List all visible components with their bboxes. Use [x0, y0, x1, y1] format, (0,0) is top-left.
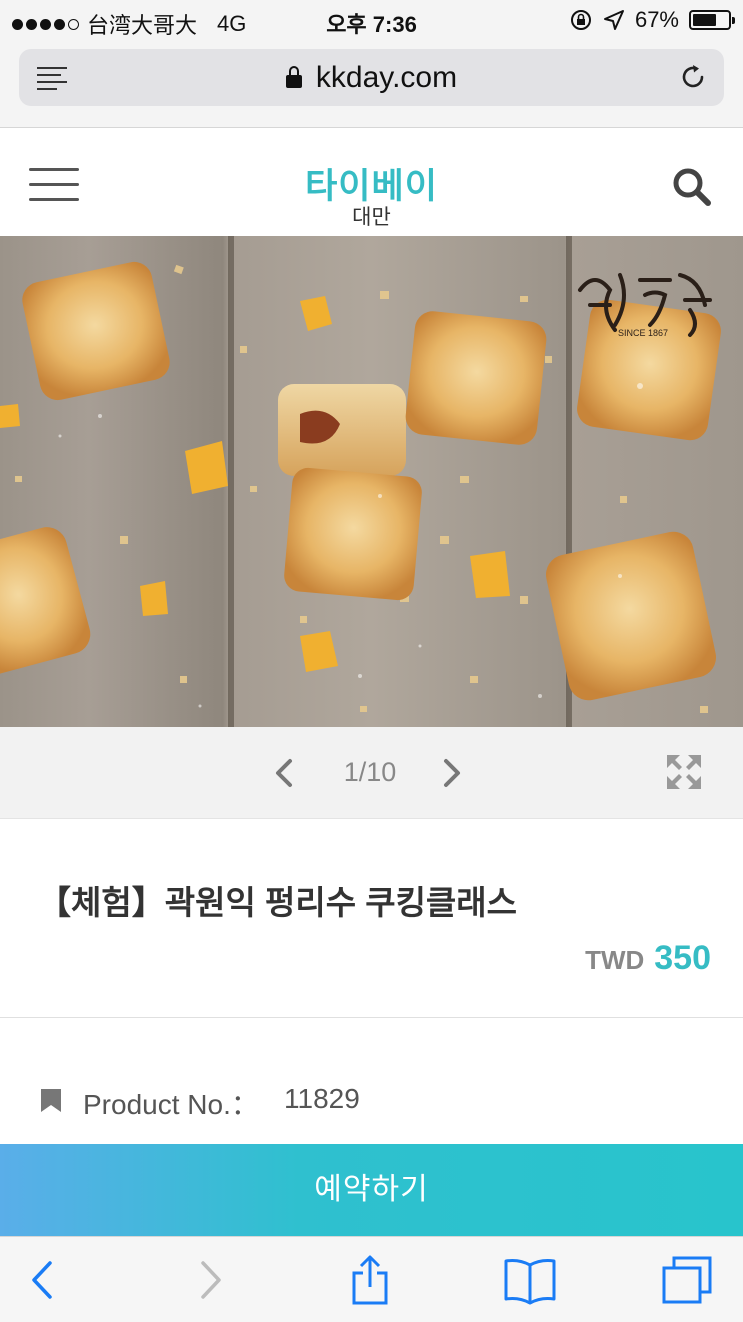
- site-header: 타이베이 대만: [0, 128, 743, 236]
- image-counter: 1/10: [343, 757, 397, 787]
- carousel-controls: 1/10: [0, 727, 743, 819]
- location-icon: [603, 10, 624, 30]
- forward-icon[interactable]: [185, 1255, 233, 1305]
- price-currency: TWD: [585, 945, 645, 975]
- product-title: 【체험】곽원익 펑리수 쿠킹클래스: [38, 884, 518, 921]
- browser-toolbar: [0, 1236, 743, 1322]
- product-meta: Product No.： 11829: [0, 1018, 743, 1148]
- battery-icon: [689, 10, 735, 30]
- url-text: kkday.com: [315, 61, 458, 94]
- product-summary: 【체험】곽원익 펑리수 쿠킹클래스 TWD 350: [0, 819, 743, 1018]
- page-subtitle: 대만: [352, 206, 391, 229]
- book-button[interactable]: 예약하기: [0, 1144, 743, 1236]
- product-image[interactable]: SINCE 1867: [0, 236, 743, 727]
- price-value: 350: [654, 939, 711, 977]
- svg-text:SINCE 1867: SINCE 1867: [618, 328, 668, 338]
- expand-icon[interactable]: [665, 753, 703, 791]
- bookmarks-icon[interactable]: [503, 1255, 557, 1305]
- battery-percent: 67%: [634, 7, 679, 32]
- url-field[interactable]: kkday.com: [19, 49, 724, 106]
- lock-icon: [285, 66, 302, 88]
- price: TWD 350: [585, 939, 711, 978]
- share-icon[interactable]: [346, 1255, 394, 1305]
- browser-address-bar: kkday.com: [0, 40, 743, 128]
- status-bar: 台湾大哥大 4G 오후 7:36 67%: [0, 0, 743, 40]
- back-icon[interactable]: [20, 1255, 68, 1305]
- brand-logo: SINCE 1867: [578, 273, 712, 338]
- tabs-icon[interactable]: [660, 1255, 714, 1305]
- orientation-lock-icon: [570, 10, 591, 30]
- search-icon[interactable]: [671, 166, 713, 208]
- reload-icon[interactable]: [678, 62, 708, 92]
- product-no-value: 11829: [284, 1083, 360, 1114]
- battery-fill: [693, 14, 716, 26]
- product-no-label: Product No.：: [83, 1089, 259, 1120]
- bookmark-icon: [41, 1089, 61, 1112]
- chevron-right-icon[interactable]: [436, 755, 468, 791]
- chevron-left-icon[interactable]: [268, 755, 300, 791]
- url-display[interactable]: kkday.com: [19, 61, 724, 95]
- status-indicators: 67%: [569, 7, 735, 33]
